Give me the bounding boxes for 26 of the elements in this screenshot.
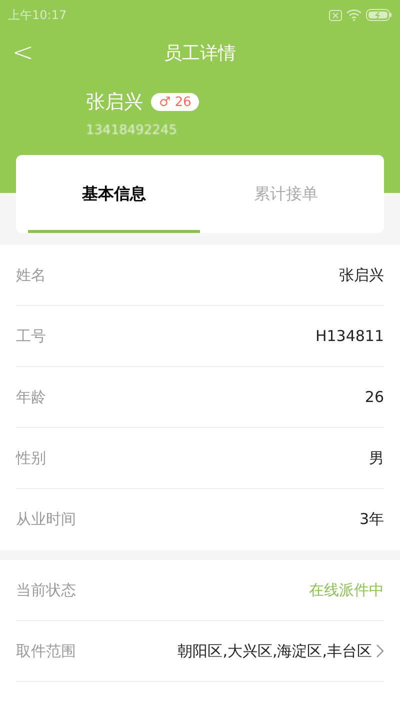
row-value: 3年 [359, 509, 384, 530]
row-label: 性别 [16, 448, 46, 469]
gender-age-badge: ♂ 26 [151, 93, 200, 112]
back-button[interactable]: < [12, 40, 34, 66]
battery-icon [366, 9, 392, 21]
status-time: 上午10:17 [8, 7, 67, 24]
row-value: 朝阳区,大兴区,海淀区,丰台区 [178, 640, 372, 662]
row-value: 在线派件中 [309, 580, 384, 601]
row-value: 张启兴 [339, 264, 384, 286]
row-label: 取件范围 [16, 640, 76, 662]
tab[interactable]: 累计接单 [200, 155, 372, 233]
phone-number: 13418492245 [86, 122, 178, 140]
row-label: 当前状态 [16, 580, 76, 601]
row-label: 工号 [16, 326, 46, 347]
row-value: 26 [364, 386, 384, 408]
employee-name: 张启兴 [86, 90, 143, 115]
page-title: 员工详情 [164, 42, 236, 66]
row-label: 姓名 [16, 264, 46, 286]
row-label: 年龄 [16, 386, 46, 408]
row-value: H134811 [315, 326, 384, 347]
wifi-icon [346, 9, 362, 21]
row-value: 男 [369, 448, 384, 469]
row-label: 从业时间 [16, 509, 76, 530]
chevron-right-icon [376, 644, 384, 658]
tab[interactable]: 基本信息 [28, 155, 200, 233]
sim-icon [329, 10, 342, 20]
